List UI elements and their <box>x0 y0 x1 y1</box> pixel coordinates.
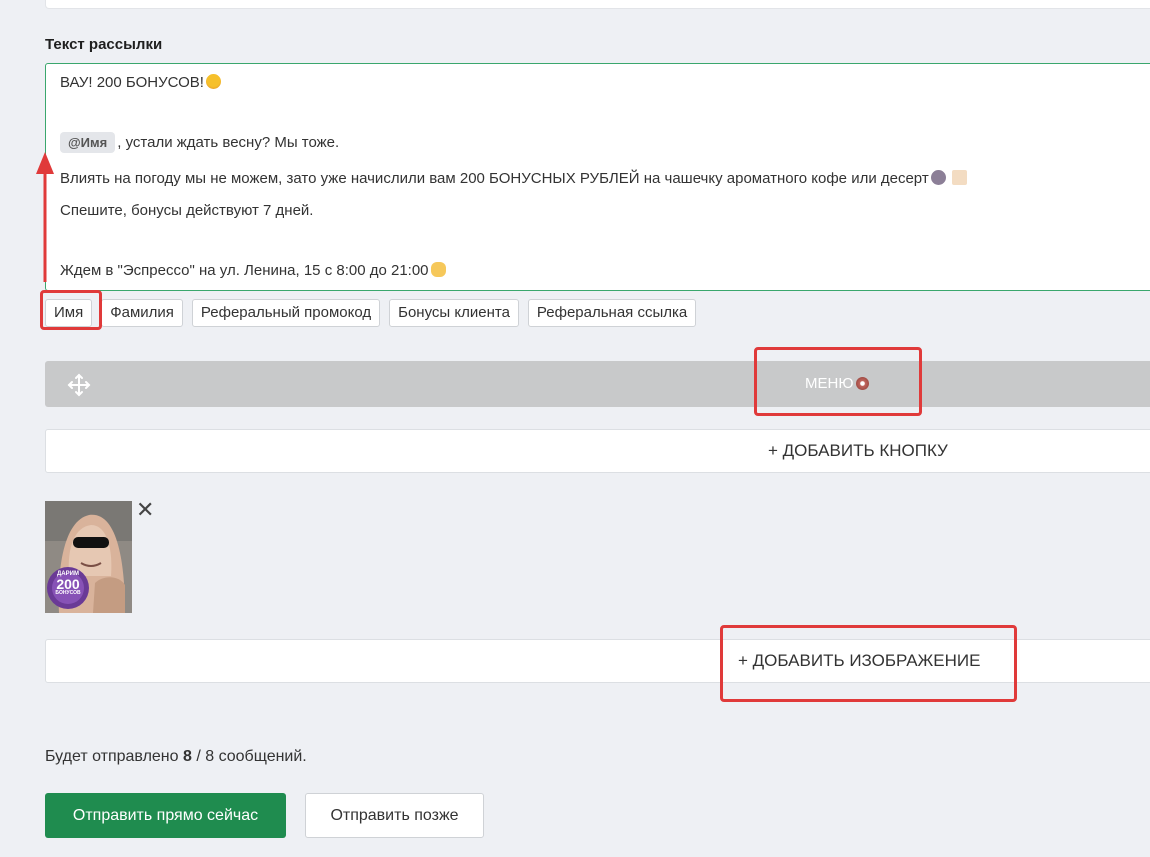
highlight-menu-label <box>754 347 922 416</box>
close-icon[interactable]: ✕ <box>136 499 154 521</box>
move-icon[interactable] <box>67 373 91 397</box>
image-badge-line3: БОНУСОВ <box>55 590 81 596</box>
attached-image <box>45 501 132 613</box>
send-now-button[interactable]: Отправить прямо сейчас <box>45 793 286 838</box>
send-later-button[interactable]: Отправить позже <box>305 793 484 838</box>
send-summary: Будет отправлено 8 / 8 сообщений. <box>45 748 307 766</box>
attached-image-thumbnail: ДАРИМ 200 БОНУСОВ <box>45 501 132 613</box>
highlight-add-image <box>720 625 1017 702</box>
summary-prefix: Будет отправлено <box>45 748 183 765</box>
add-button-button[interactable]: + ДОБАВИТЬ КНОПКУ <box>45 429 1150 473</box>
image-badge-line2: 200 <box>56 576 80 592</box>
image-badge: ДАРИМ 200 БОНУСОВ <box>47 571 89 596</box>
menu-button-block[interactable]: МЕНЮ <box>45 361 1150 407</box>
add-button-label: + ДОБАВИТЬ КНОПКУ <box>768 441 948 460</box>
summary-suffix: / 8 сообщений. <box>191 748 307 765</box>
summary-count: 8 <box>182 748 192 765</box>
